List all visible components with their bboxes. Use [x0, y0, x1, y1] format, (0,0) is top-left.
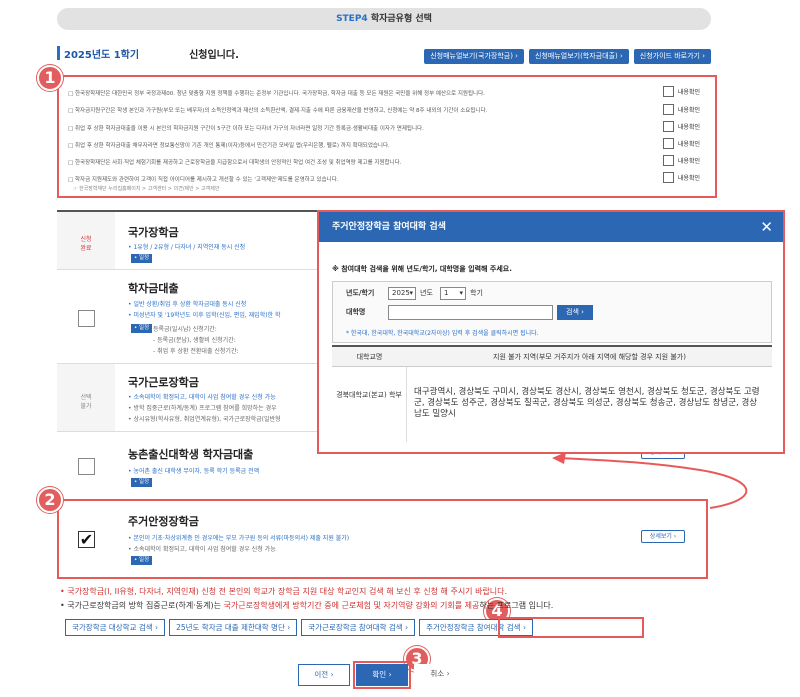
- loan-restricted-list-button[interactable]: 25년도 학자금 대출 제한대학 명단 ›: [169, 619, 298, 636]
- badge-2: 2: [37, 487, 63, 513]
- badge-1: 1: [37, 65, 63, 91]
- nav-buttons: 이전 › 확인 › 취소 ›: [298, 661, 466, 689]
- search-link-buttons: 국가장학금 대상학교 검색 › 25년도 학자금 대출 제한대학 명단 › 국가…: [65, 619, 533, 636]
- housing-search-highlight: [498, 617, 644, 638]
- notes: • 국가장학금(I, II유형, 다자녀, 지역인재) 신청 전 본인의 학교가…: [60, 585, 553, 613]
- note-2: • 국가근로장학금의 방학 집중근로(하계·동계)는 국가근로장학생에게 방학기…: [60, 599, 553, 613]
- note-2-c: 하는 프로그램 입니다.: [479, 601, 554, 610]
- note-1: • 국가장학금(I, II유형, 다자녀, 지역인재) 신청 전 본인의 학교가…: [60, 587, 508, 596]
- arrow-path: [559, 457, 748, 509]
- work-school-search-button[interactable]: 국가근로장학금 참여대학 검색 ›: [301, 619, 416, 636]
- note-2-b: 국가근로장학생에게 방학기간 중에 근로체험 및 자기역량 강화의 기회를 제공: [223, 601, 480, 610]
- national-school-search-button[interactable]: 국가장학금 대상학교 검색 ›: [65, 619, 166, 636]
- confirm-button[interactable]: 확인 ›: [353, 661, 411, 689]
- note-2-a: • 국가근로장학금의 방학 집중근로(하계·동계)는: [60, 601, 224, 610]
- cancel-button[interactable]: 취소 ›: [414, 664, 466, 686]
- prev-button[interactable]: 이전 ›: [298, 664, 350, 686]
- arrow-head: [552, 452, 566, 464]
